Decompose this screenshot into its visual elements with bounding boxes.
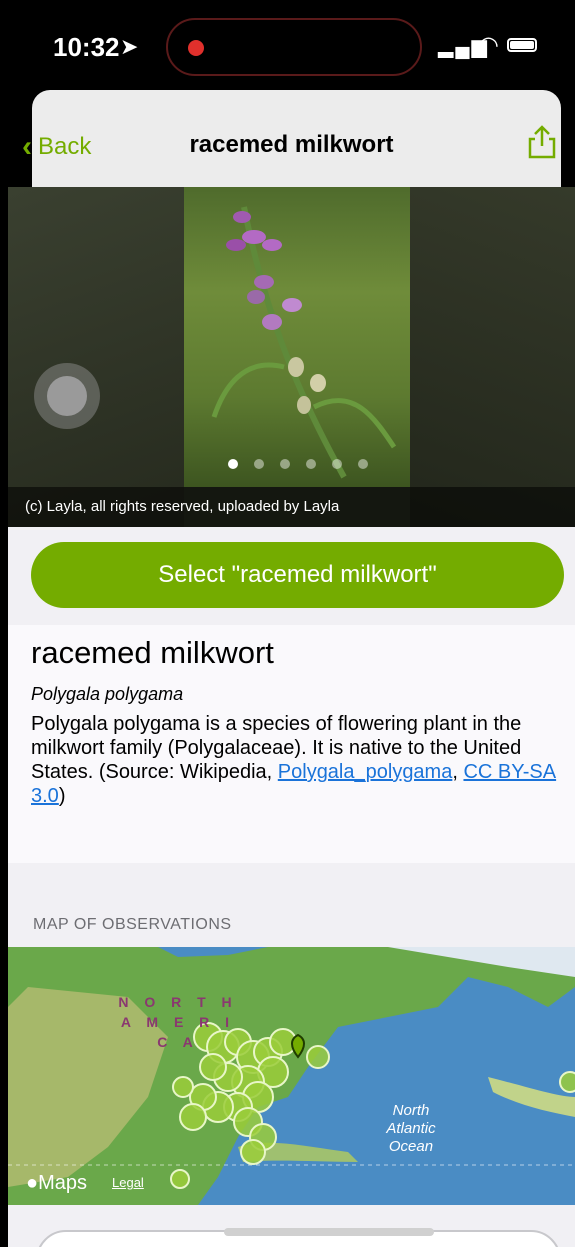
maps-brand: Maps — [38, 1172, 87, 1194]
photo-carousel[interactable]: (c) Layla, all rights reserved, uploaded… — [8, 187, 575, 527]
continent-label: N O R T H A M E R I C A — [118, 994, 238, 1050]
map-section-title: MAP OF OBSERVATIONS — [33, 916, 232, 933]
photo-next — [410, 187, 575, 527]
wikipedia-link[interactable]: Polygala_polygama — [278, 761, 453, 783]
page-dot — [280, 459, 290, 469]
page-title: racemed milkwort — [189, 131, 394, 158]
page-dot — [306, 459, 316, 469]
apple-maps-logo: ●Maps — [26, 1172, 87, 1195]
taxon-content: Select "racemed milkwort" racemed milkwo… — [8, 527, 575, 1247]
observations-map[interactable]: N O R T H A M E R I C A North Atlantic O… — [8, 947, 575, 1205]
page-dot — [228, 459, 238, 469]
status-bar: 10:32 ➤ ▂▄▆ ◠ — [8, 0, 575, 92]
recording-indicator-icon — [188, 40, 204, 56]
photo-previous — [8, 187, 184, 527]
battery-icon — [507, 38, 537, 52]
taxon-description: Polygala polygama is a species of flower… — [31, 712, 563, 808]
link-separator: , — [452, 761, 464, 783]
common-name: racemed milkwort — [31, 635, 274, 670]
page-dot — [358, 459, 368, 469]
phone-screen: 10:32 ➤ ▂▄▆ ◠ ‹ Back racemed milkwort (c… — [8, 0, 575, 1247]
flower-illustration — [211, 206, 397, 479]
dynamic-island — [166, 18, 422, 76]
location-arrow-icon: ➤ — [120, 34, 139, 59]
description-closing: ) — [58, 785, 66, 807]
wifi-icon: ◠ — [478, 32, 499, 59]
zoom-button[interactable] — [34, 363, 100, 429]
apple-icon: ● — [26, 1172, 39, 1194]
page-dot — [332, 459, 342, 469]
taxon-photo[interactable] — [184, 187, 410, 487]
share-icon[interactable] — [526, 124, 558, 160]
map-legal-link[interactable]: Legal — [112, 1175, 144, 1190]
status-time: 10:32 — [53, 32, 120, 62]
map-terrain — [8, 947, 575, 1205]
select-taxon-button[interactable]: Select "racemed milkwort" — [31, 542, 564, 608]
ocean-label: North Atlantic Ocean — [386, 1102, 436, 1155]
bottom-sheet-field[interactable] — [36, 1228, 561, 1247]
page-indicator — [228, 459, 368, 469]
photo-attribution: (c) Layla, all rights reserved, uploaded… — [8, 487, 575, 527]
scientific-name: Polygala polygama — [31, 684, 184, 704]
page-dot — [254, 459, 264, 469]
sheet-handle[interactable] — [224, 1228, 434, 1236]
